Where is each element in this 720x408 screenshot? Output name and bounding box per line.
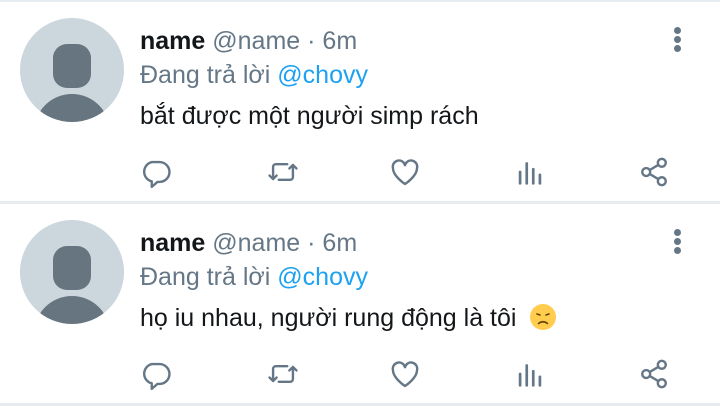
analytics-icon	[518, 364, 542, 387]
reply-button[interactable]	[136, 354, 176, 394]
reply-button[interactable]	[136, 152, 176, 192]
tweet[interactable]: name @name · 6m Đang trả lời @chovy bắt …	[0, 2, 720, 204]
like-button[interactable]	[385, 152, 425, 192]
reply-prefix: Đang trả lời	[140, 263, 271, 291]
reply-icon	[143, 362, 171, 391]
retweet-button[interactable]	[263, 152, 303, 192]
share-button[interactable]	[634, 152, 674, 192]
tweet[interactable]: name @name · 6m Đang trả lời @chovy họ i…	[0, 204, 720, 406]
avatar[interactable]	[20, 18, 124, 122]
retweet-icon	[268, 365, 298, 383]
share-icon	[641, 359, 667, 389]
avatar[interactable]	[20, 220, 124, 324]
replying-to: Đang trả lời @chovy	[140, 60, 368, 90]
replying-to: Đang trả lời @chovy	[140, 262, 368, 292]
timestamp[interactable]: 6m	[322, 229, 357, 257]
analytics-button[interactable]	[510, 152, 550, 192]
avatar-head	[53, 44, 91, 88]
display-name[interactable]: name	[140, 229, 205, 257]
disappointed-face-emoji	[530, 304, 557, 330]
tweet-text: họ iu nhau, người rung động là tôi	[140, 303, 557, 333]
tweet-text-content: họ iu nhau, người rung động là tôi	[140, 304, 517, 332]
timestamp[interactable]: 6m	[322, 27, 357, 55]
timeline: name @name · 6m Đang trả lời @chovy bắt …	[0, 0, 720, 408]
like-icon	[391, 159, 419, 186]
action-bar	[0, 152, 720, 192]
tweet-header: name @name · 6m	[140, 228, 357, 258]
avatar-shoulders	[34, 94, 110, 122]
analytics-icon	[518, 162, 542, 185]
tweet-header: name @name · 6m	[140, 26, 357, 56]
display-name[interactable]: name	[140, 27, 205, 55]
more-icon[interactable]	[668, 24, 688, 54]
user-handle[interactable]: @name	[212, 27, 300, 55]
action-bar	[0, 354, 720, 394]
user-handle[interactable]: @name	[212, 229, 300, 257]
reply-icon	[143, 160, 171, 189]
more-icon[interactable]	[668, 226, 688, 256]
avatar-head	[53, 246, 91, 290]
avatar-shoulders	[34, 296, 110, 324]
like-icon	[391, 361, 419, 388]
like-button[interactable]	[385, 354, 425, 394]
analytics-button[interactable]	[510, 354, 550, 394]
retweet-button[interactable]	[263, 354, 303, 394]
mention-link[interactable]: @chovy	[277, 263, 368, 291]
tweet-text: bắt được một người simp rách	[140, 102, 479, 130]
tweet-divider	[0, 403, 720, 406]
reply-prefix: Đang trả lời	[140, 61, 271, 89]
separator-dot: ·	[307, 229, 316, 257]
share-icon	[641, 157, 667, 187]
separator-dot: ·	[307, 27, 316, 55]
retweet-icon	[268, 163, 298, 181]
mention-link[interactable]: @chovy	[277, 61, 368, 89]
share-button[interactable]	[634, 354, 674, 394]
